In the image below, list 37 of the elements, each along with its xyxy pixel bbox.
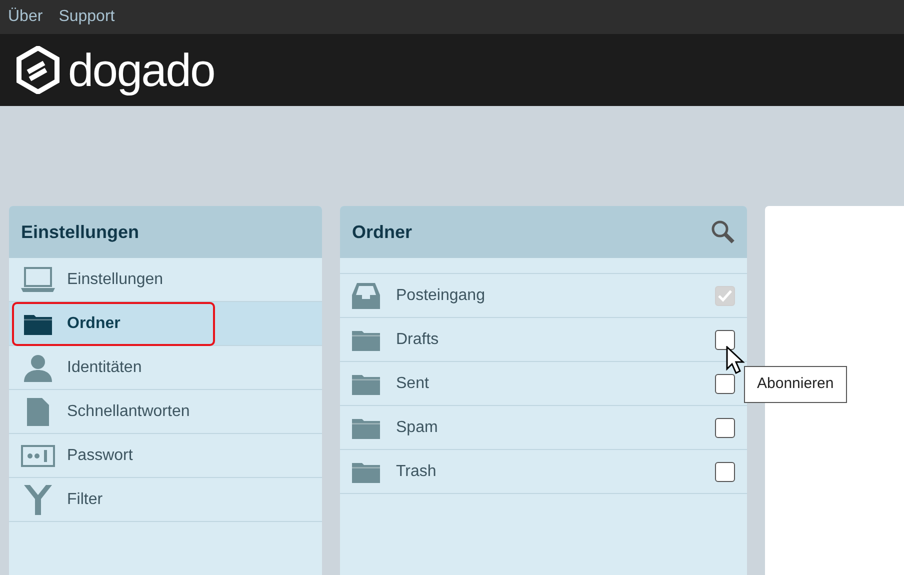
settings-item[interactable]: Filter xyxy=(9,478,322,522)
folder-name: Spam xyxy=(396,418,439,438)
subscribe-checkbox[interactable] xyxy=(715,330,735,350)
settings-item[interactable]: Identitäten xyxy=(9,346,322,390)
panel-title: Einstellungen xyxy=(21,220,140,244)
folder-icon xyxy=(352,328,380,350)
settings-item[interactable]: Ordner xyxy=(9,302,322,346)
settings-item[interactable]: Passwort xyxy=(9,434,322,478)
folder-icon xyxy=(352,372,380,394)
password-icon xyxy=(21,444,55,466)
laptop-icon xyxy=(21,266,55,292)
panel-title: Ordner xyxy=(352,220,412,244)
tooltip: Abonnieren xyxy=(744,366,847,402)
document-icon xyxy=(27,398,49,426)
folder-name: Trash xyxy=(396,462,438,482)
filter-icon xyxy=(24,484,52,514)
folder-icon xyxy=(24,312,52,334)
logo-icon xyxy=(16,46,60,94)
folder-name: Posteingang xyxy=(396,286,486,306)
subscribe-checkbox[interactable] xyxy=(715,374,735,394)
subscribe-checkbox[interactable] xyxy=(715,418,735,438)
logo-text: dogado xyxy=(68,47,215,93)
folder-row[interactable]: Spam xyxy=(340,406,747,450)
check-icon xyxy=(718,290,732,302)
settings-item[interactable]: Schnellantworten xyxy=(9,390,322,434)
inbox-icon xyxy=(352,282,380,308)
folder-row[interactable]: Sent xyxy=(340,362,747,406)
folder-icon xyxy=(352,416,380,438)
folder-name: Sent xyxy=(396,374,430,394)
folder-icon xyxy=(352,460,380,482)
subscribe-checkbox[interactable] xyxy=(715,462,735,482)
menu-link[interactable]: Support xyxy=(58,5,115,29)
search-icon[interactable] xyxy=(711,220,735,244)
folder-name: Drafts xyxy=(396,330,440,350)
folder-row[interactable]: Trash xyxy=(340,450,747,494)
person-icon xyxy=(23,354,53,382)
menu-link[interactable]: Über xyxy=(8,5,43,29)
